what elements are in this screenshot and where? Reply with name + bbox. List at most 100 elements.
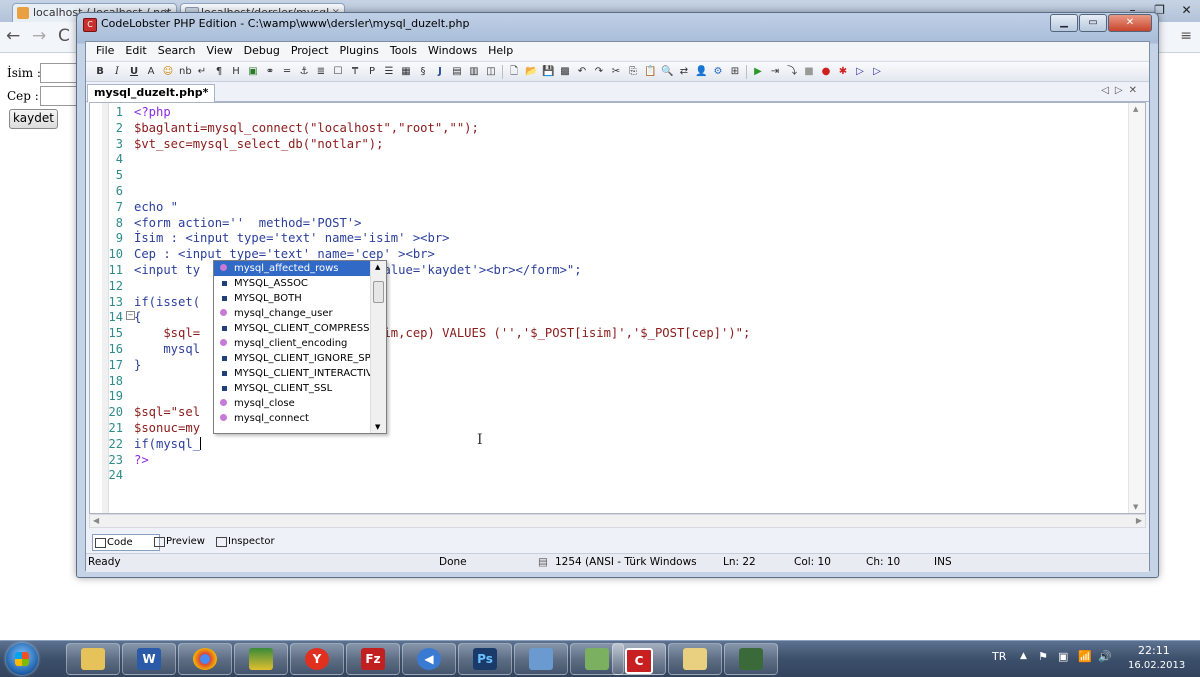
tab-nav-icons[interactable]: ◁▷✕	[1101, 85, 1143, 96]
autocomplete-item[interactable]: mysql_affected_rows	[214, 261, 370, 276]
paragraph-icon[interactable]: ¶	[213, 66, 225, 78]
maximize-button[interactable]: ▭	[1079, 14, 1107, 32]
style-icon[interactable]: §	[417, 66, 429, 78]
tab-preview[interactable]: Preview	[152, 534, 211, 549]
scroll-up-icon[interactable]: ▲	[1133, 105, 1138, 113]
step-into-icon[interactable]: ⤵	[786, 66, 798, 78]
grid-icon[interactable]: ⊞	[729, 66, 741, 78]
autocomplete-item[interactable]: mysql_change_user	[214, 306, 370, 321]
tab-inspector[interactable]: Inspector	[214, 534, 281, 549]
horizontal-rule-icon[interactable]: ═	[281, 66, 293, 78]
taskbar-yandex[interactable]: Y	[290, 643, 344, 675]
javascript-icon[interactable]: J	[434, 66, 446, 78]
box-icon[interactable]: ☐	[332, 66, 344, 78]
autocomplete-popup[interactable]: mysql_affected_rows MYSQL_ASSOC MYSQL_BOTH…	[213, 260, 387, 434]
menu-windows[interactable]: Windows	[422, 42, 482, 57]
taskbar-files[interactable]	[668, 643, 722, 675]
tab-code[interactable]: Code	[92, 534, 160, 551]
autocomplete-item[interactable]: MYSQL_CLIENT_COMPRESS	[214, 321, 370, 336]
forward-arrow-icon[interactable]: →	[32, 26, 46, 46]
list-icon[interactable]: ☰	[383, 66, 395, 78]
flag-icon[interactable]: ⚑	[1038, 650, 1048, 663]
breakpoint-icon[interactable]: ●	[820, 66, 832, 78]
underline-icon[interactable]: U	[128, 66, 140, 78]
emoticon-icon[interactable]: ☺	[162, 66, 174, 78]
back-arrow-icon[interactable]: ←	[6, 26, 20, 46]
run-icon[interactable]: ▶	[752, 66, 764, 78]
step-icon[interactable]: ⇥	[769, 66, 781, 78]
menu-search[interactable]: Search	[152, 42, 201, 57]
pre-icon[interactable]: P	[366, 66, 378, 78]
menu-edit[interactable]: Edit	[119, 42, 151, 57]
clock-date[interactable]: 16.02.2013	[1128, 660, 1185, 671]
menu-view[interactable]: View	[201, 42, 238, 57]
taskbar-word[interactable]: W	[122, 643, 176, 675]
menu-tools[interactable]: Tools	[384, 42, 422, 57]
close-button[interactable]: ✕	[1108, 14, 1152, 32]
autocomplete-item[interactable]: MYSQL_CLIENT_SSL	[214, 381, 370, 396]
autocomplete-item[interactable]: MYSQL_ASSOC	[214, 276, 370, 291]
stop-icon[interactable]: ■	[803, 66, 815, 78]
clock-time[interactable]: 22:11	[1138, 644, 1170, 657]
frame-icon[interactable]: ◫	[485, 66, 497, 78]
text-format-icon[interactable]: ₸	[349, 66, 361, 78]
menu-project[interactable]: Project	[285, 42, 334, 57]
vertical-scrollbar[interactable]: ▲ ▼	[1128, 103, 1145, 513]
fold-toggle-icon[interactable]: −	[126, 311, 135, 320]
autocomplete-item[interactable]: MYSQL_CLIENT_INTERACTIV	[214, 366, 370, 381]
image-icon[interactable]: ▣	[247, 66, 259, 78]
scroll-left-icon[interactable]: ◀	[93, 516, 99, 525]
save-icon[interactable]: 💾	[542, 66, 554, 78]
scroll-down-icon[interactable]: ▼	[375, 423, 380, 431]
volume-icon[interactable]: 🔊	[1098, 650, 1112, 663]
cut-icon[interactable]: ✂	[610, 66, 622, 78]
menu-file[interactable]: File	[86, 42, 119, 57]
copy-icon[interactable]: ⎘	[627, 66, 639, 78]
autocomplete-item[interactable]: mysql_close	[214, 396, 370, 411]
font-color-icon[interactable]: A	[145, 66, 157, 78]
menu-help[interactable]: Help	[482, 42, 518, 57]
language-indicator[interactable]: TR	[992, 650, 1006, 663]
taskbar-network[interactable]	[514, 643, 568, 675]
autocomplete-item[interactable]: MYSQL_CLIENT_IGNORE_SP...	[214, 351, 370, 366]
menu-plugins[interactable]: Plugins	[333, 42, 383, 57]
horizontal-scrollbar[interactable]: ◀ ▶	[89, 514, 1146, 528]
nbsp-icon[interactable]: nb	[179, 66, 192, 78]
scroll-up-icon[interactable]: ▲	[375, 263, 380, 271]
user-icon[interactable]: 👤	[695, 66, 707, 78]
taskbar-photos[interactable]	[234, 643, 288, 675]
settings-icon[interactable]: ⚙	[712, 66, 724, 78]
redo-icon[interactable]: ↷	[593, 66, 605, 78]
start-button[interactable]	[6, 643, 38, 675]
taskbar-tool[interactable]	[724, 643, 778, 675]
network-signal-icon[interactable]: 📶	[1078, 650, 1092, 663]
form-icon[interactable]: ▤	[451, 66, 463, 78]
link-icon[interactable]: ⚭	[264, 66, 276, 78]
open-folder-icon[interactable]: 📂	[525, 66, 537, 78]
menu-icon[interactable]: ≡	[1180, 28, 1192, 44]
debug-icon[interactable]: ✱	[837, 66, 849, 78]
save-all-icon[interactable]: ▩	[559, 66, 571, 78]
taskbar-filezilla[interactable]: Fz	[346, 643, 400, 675]
forward-icon[interactable]: ▷	[871, 66, 883, 78]
reload-icon[interactable]: C	[58, 26, 70, 46]
heading-icon[interactable]: H	[230, 66, 242, 78]
undo-icon[interactable]: ↶	[576, 66, 588, 78]
paste-icon[interactable]: 📋	[644, 66, 656, 78]
autocomplete-item[interactable]: MYSQL_BOTH	[214, 291, 370, 306]
device-icon[interactable]: ▣	[1058, 650, 1068, 663]
scroll-right-icon[interactable]: ▶	[1136, 516, 1142, 525]
taskbar-explorer[interactable]	[66, 643, 120, 675]
taskbar-chrome[interactable]	[178, 643, 232, 675]
menu-debug[interactable]: Debug	[238, 42, 285, 57]
replace-icon[interactable]: ⇄	[678, 66, 690, 78]
taskbar-media[interactable]: ◀	[402, 643, 456, 675]
autocomplete-item[interactable]: mysql_client_encoding	[214, 336, 370, 351]
new-file-icon[interactable]: 🗋	[508, 66, 520, 78]
calendar-icon[interactable]: ▥	[468, 66, 480, 78]
scroll-down-icon[interactable]: ▼	[1133, 503, 1138, 511]
autocomplete-item[interactable]: mysql_connect	[214, 411, 370, 426]
kaydet-button[interactable]: kaydet	[9, 109, 58, 129]
minimize-button[interactable]: ▁	[1050, 14, 1078, 32]
italic-icon[interactable]: I	[111, 66, 123, 78]
